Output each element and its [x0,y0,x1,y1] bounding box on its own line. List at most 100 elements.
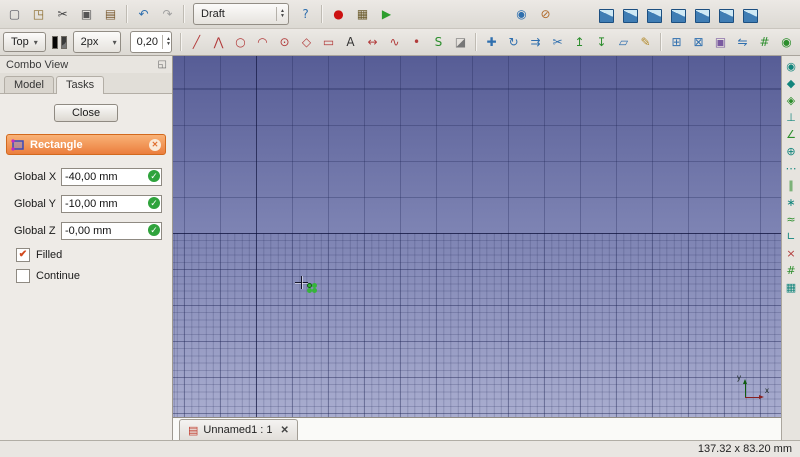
draft-array-button[interactable]: ⊞ [666,31,687,53]
3d-viewport[interactable]: y x [173,56,781,417]
redo-button[interactable]: ↷ [156,3,179,25]
draft-path-array-button[interactable]: ⊠ [688,31,709,53]
snap-midpoint-button[interactable]: ◈ [783,93,799,108]
tab-tasks[interactable]: Tasks [55,76,105,94]
draft-polygon-button[interactable]: ◇ [296,31,317,53]
draft-clone-button[interactable]: ▣ [710,31,731,53]
draft-dimension-button[interactable]: ↔ [362,31,383,53]
macro-record-button[interactable]: ● [327,3,350,25]
draft-mirror-button[interactable]: ⇋ [732,31,753,53]
snap-special-button[interactable]: ∗ [783,195,799,210]
draft-rotate-button[interactable]: ↻ [503,31,524,53]
draft-upgrade-button[interactable]: ↥ [569,31,590,53]
toolbar-separator [321,5,323,23]
draft-wire-button[interactable]: ⋀ [208,31,229,53]
combo-view-tabs: Model Tasks [0,73,172,94]
main-area: Combo View ◱ Model Tasks Close Rectangle… [0,56,800,440]
new-document-button[interactable]: ▢ [3,3,26,25]
draft-arc-button[interactable]: ◠ [252,31,273,53]
draft-line-button[interactable]: ╱ [186,31,207,53]
spin-down-icon[interactable]: ▼ [280,14,285,19]
snap-angle-button[interactable]: ∠ [783,127,799,142]
rear-view-button[interactable] [691,3,714,25]
bottom-view-button[interactable] [715,3,738,25]
undo-button[interactable]: ↶ [132,3,155,25]
snap-parallel-button[interactable]: ∥ [783,178,799,193]
line-width-selector[interactable]: 2px ▾ [72,31,121,53]
draw-style-button[interactable]: ⊘ [534,3,557,25]
task-title: Rectangle [30,138,83,151]
tab-model[interactable]: Model [4,76,54,93]
snap-grid-button[interactable]: # [783,263,799,278]
whats-this-button[interactable]: ? [294,3,317,25]
front-view-button[interactable] [619,3,642,25]
draft-edit-button[interactable]: ✎ [635,31,656,53]
draft-bspline-button[interactable]: ∿ [384,31,405,53]
workbench-selector[interactable]: Draft ▲ ▼ [193,3,289,25]
zoom-fit-button[interactable]: ◉ [510,3,533,25]
close-task-button[interactable]: Close [53,104,119,122]
open-document-button[interactable]: ◳ [27,3,50,25]
paste-button[interactable]: ▤ [99,3,122,25]
scale-spinbox[interactable]: 0,20 ▲ ▼ [129,31,172,53]
task-field-row: Global Y ✓ [14,194,162,213]
top-view-button[interactable] [643,3,666,25]
draft-ellipse-button[interactable]: ⊙ [274,31,295,53]
checkbox-box[interactable] [16,269,30,283]
field-input-global-z[interactable] [61,222,162,240]
standard-toolbar: ▢ ◳ ✂ ▣ ▤ ↶ ↷ Draft ▲ ▼ ? ● ▦ ▶ ◉ ⊘ [0,0,800,29]
scale-value: 0,20 [136,36,159,48]
draft-trimex-button[interactable]: ✂ [547,31,568,53]
snap-extension-button[interactable]: ⋯ [783,161,799,176]
task-close-icon[interactable]: ✕ [149,138,161,151]
macro-edit-button[interactable]: ▦ [351,3,374,25]
line-color-button[interactable] [51,35,58,49]
right-view-button[interactable] [667,3,690,25]
snap-near-button[interactable]: ≈ [783,212,799,227]
left-view-button[interactable] [739,3,762,25]
combo-stepper-icon[interactable]: ▲ ▼ [276,7,285,21]
file-edit-icon-group: ▢ ◳ ✂ ▣ ▤ ↶ ↷ [3,3,188,25]
snap-working-plane-button[interactable]: ▦ [783,280,799,295]
axonometric-view-button[interactable] [595,3,618,25]
field-label: Global X [14,170,57,183]
checkbox-continue[interactable]: Continue [16,269,166,283]
spin-down-icon[interactable]: ▼ [166,42,171,47]
snap-intersection-button[interactable]: × [783,246,799,261]
workbench-selector-value: Draft [201,8,225,20]
snap-ortho-button[interactable]: ∟ [783,229,799,244]
snap-lock-button[interactable]: ◉ [783,59,799,74]
spin-stepper-icon[interactable]: ▲ ▼ [162,35,171,49]
draft-text-button[interactable]: A [340,31,361,53]
checkbox-box[interactable]: ✔ [16,248,30,262]
draft-move-button[interactable]: ✚ [481,31,502,53]
field-input-global-y[interactable] [61,195,162,213]
snap-endpoint-button[interactable]: ◆ [783,76,799,91]
task-header-rectangle: Rectangle ✕ [6,134,166,155]
toggle-snap-button[interactable]: ◉ [776,31,797,53]
valid-check-icon: ✓ [148,197,160,209]
checkbox-filled[interactable]: ✔ Filled [16,248,166,262]
draft-rectangle-button[interactable]: ▭ [318,31,339,53]
panel-float-icon[interactable]: ◱ [158,59,167,70]
draft-facebinder-button[interactable]: ◪ [450,31,471,53]
document-tab-close-icon[interactable]: ✕ [281,425,289,436]
copy-button[interactable]: ▣ [75,3,98,25]
snap-perpendicular-button[interactable]: ⊥ [783,110,799,125]
draft-offset-button[interactable]: ⇉ [525,31,546,53]
document-icon: ▤ [188,424,199,437]
cut-button[interactable]: ✂ [51,3,74,25]
draft-circle-button[interactable]: ○ [230,31,251,53]
macro-play-button[interactable]: ▶ [375,3,398,25]
toggle-grid-button[interactable]: # [754,31,775,53]
working-plane-button[interactable]: Top ▾ [3,32,46,52]
draft-point-button[interactable]: • [406,31,427,53]
draft-scale-button[interactable]: ▱ [613,31,634,53]
toolbar-separator [179,33,182,51]
document-tab[interactable]: ▤ Unnamed1 : 1 ✕ [179,419,298,440]
draft-downgrade-button[interactable]: ↧ [591,31,612,53]
field-input-global-x[interactable] [61,168,162,186]
snap-center-button[interactable]: ⊕ [783,144,799,159]
face-color-button[interactable] [60,35,67,49]
draft-shapestring-button[interactable]: S [428,31,449,53]
